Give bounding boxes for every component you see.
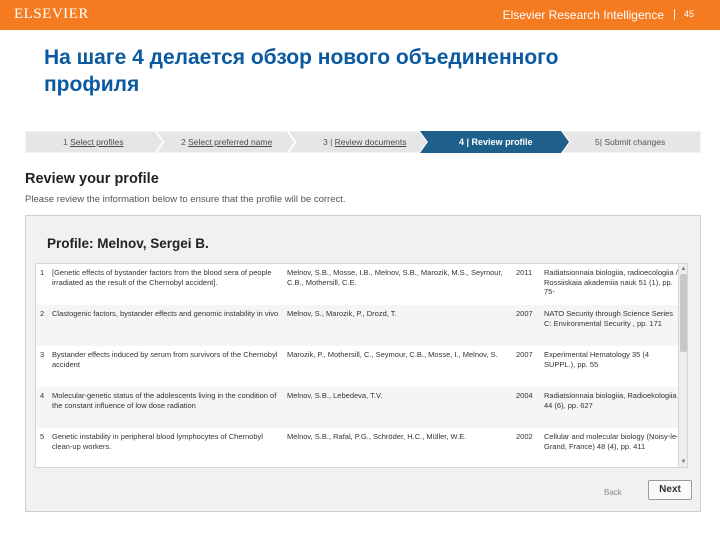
documents-table: 1 [Genetic effects of bystander factors … [35,263,688,468]
row-year: 2002 [516,432,533,441]
header-bar: ELSEVIER Elsevier Research Intelligence … [0,0,720,30]
row-number: 3 [40,350,45,359]
row-authors: Marozik, P., Mothersill, C., Seymour, C.… [287,350,498,359]
profile-name: Profile: Melnov, Sergei B. [47,236,209,251]
slide-title-line1: На шаге 4 делается обзор нового объедине… [44,46,559,69]
step-2-label[interactable]: Select preferred name [188,137,272,147]
row-title: Molecular-genetic status of the adolesce… [52,391,277,410]
table-row: 3 Bystander effects induced by serum fro… [36,346,679,387]
row-title: Clastogenic factors, bystander effects a… [52,309,279,318]
step-1-label[interactable]: Select profiles [70,137,123,147]
table-row: 2 Clastogenic factors, bystander effects… [36,305,679,346]
table-row: 4 Molecular-genetic status of the adoles… [36,387,679,428]
table-row: 5 Genetic instability in peripheral bloo… [36,428,679,467]
row-authors: Melnov, S., Marozik, P., Drozd, T. [287,309,397,318]
back-link[interactable]: Back [604,488,622,497]
step-5[interactable]: 5| Submit changes [557,131,665,153]
next-button[interactable]: Next [648,480,692,500]
row-source: Experimental Hematology 35 (4 SUPPL.), p… [544,350,650,369]
scroll-up-icon[interactable]: ▲ [680,265,687,273]
step-5-number: 5 [595,137,600,147]
review-heading: Review your profile [25,171,159,187]
row-number: 4 [40,391,45,400]
step-4-number: 4 [459,137,465,147]
profile-panel: Profile: Melnov, Sergei B. 1 [Genetic ef… [25,215,701,512]
row-year: 2004 [516,391,533,400]
row-source: Cellular and molecular biology (Noisy-le… [544,432,679,451]
step-1-number: 1 [63,137,68,147]
slide-title: На шаге 4 делается обзор нового объедине… [44,44,684,98]
step-4: 4 | Review profile [459,137,533,147]
row-title: [Genetic effects of bystander factors fr… [52,268,272,287]
row-year: 2007 [516,309,533,318]
step-3-number: 3 [323,137,328,147]
header-separator: | [673,8,676,20]
row-source: Radiatsionnaia biologiia, Radioekologiia… [544,391,677,410]
scroll-down-icon[interactable]: ▼ [680,458,687,466]
step-3-label[interactable]: Review documents [335,137,407,147]
step-4-label: Review profile [471,137,533,147]
step-2-number: 2 [181,137,186,147]
row-authors: Melnov, S.B., Lebedeva, T.V. [287,391,383,400]
row-number: 2 [40,309,45,318]
review-description: Please review the information below to e… [25,194,346,205]
row-authors: Melnov, S.B., Rafal, P.G., Schröder, H.C… [287,432,467,441]
row-authors: Melnov, S.B., Mosse, I.B., Melnov, S.B.,… [287,268,503,287]
step-3[interactable]: 3 | Review documents [285,131,406,153]
brand-name: Elsevier Research Intelligence [502,8,664,22]
elsevier-logo: ELSEVIER [14,6,89,22]
step-1[interactable]: 1 Select profiles [25,131,124,153]
step-5-label[interactable]: Submit changes [604,137,665,147]
table-row: 1 [Genetic effects of bystander factors … [36,264,679,305]
page-number: 45 [683,9,694,19]
row-number: 5 [40,432,45,441]
row-number: 1 [40,268,45,277]
table-scrollbar[interactable]: ▲ ▼ [678,264,687,467]
row-year: 2007 [516,350,533,359]
step-2[interactable]: 2 Select preferred name [143,131,272,153]
row-title: Bystander effects induced by serum from … [52,350,278,369]
row-title: Genetic instability in peripheral blood … [52,432,263,451]
row-source: Radiatsionnaia biologiia, radioecologiia… [544,268,678,296]
row-source: NATO Security through Science Series C: … [544,309,673,328]
row-year: 2011 [516,268,533,277]
scroll-thumb[interactable] [680,274,687,352]
slide-title-line2: профиля [44,73,140,96]
wizard-steps: 1 Select profiles 2 Select preferred nam… [25,131,701,153]
